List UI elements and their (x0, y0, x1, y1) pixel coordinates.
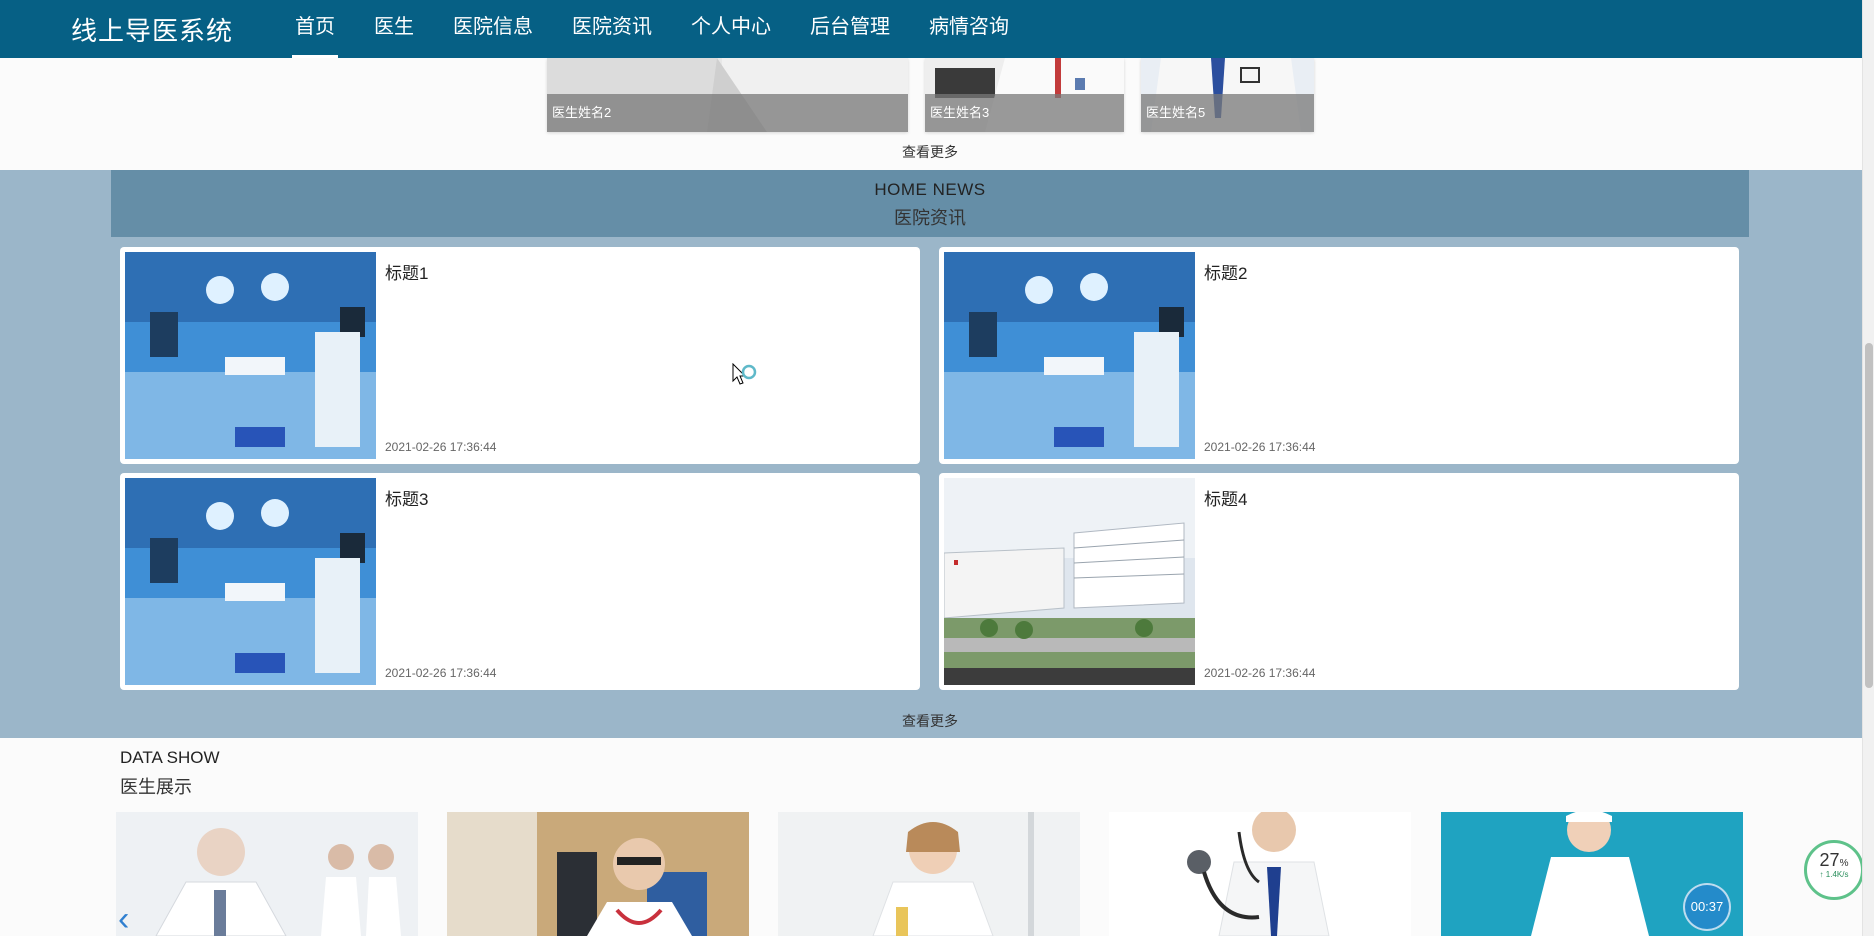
nav-item-doctors[interactable]: 医生 (374, 0, 414, 58)
doctor-photo (778, 812, 1080, 936)
operating-room-image (944, 252, 1195, 459)
scrollbar-thumb[interactable] (1865, 343, 1873, 688)
doctors-more-link[interactable]: 查看更多 (870, 142, 990, 162)
doctor-name: 医生姓名2 (547, 94, 908, 132)
doctor-card[interactable]: 医生姓名3 (925, 58, 1124, 132)
hospital-building-image (944, 478, 1195, 685)
news-card[interactable]: 标题4 2021-02-26 17:36:44 (939, 473, 1739, 690)
doctor-photo (116, 812, 418, 936)
speed-percent-unit: % (1839, 858, 1849, 869)
news-thumbnail[interactable] (125, 252, 376, 459)
doctor-photo (447, 812, 749, 936)
speed-rate: ↑ 1.4K/s (1819, 870, 1849, 879)
doctor-show-card[interactable] (116, 812, 418, 936)
busy-cursor-icon (732, 363, 757, 385)
main-nav: 首页 医生 医院信息 医院资讯 个人中心 后台管理 病情咨询 (292, 0, 1048, 58)
news-date: 2021-02-26 17:36:44 (1204, 440, 1316, 454)
top-navbar: 线上导医系统 首页 医生 医院信息 医院资讯 个人中心 后台管理 病情咨询 (0, 0, 1862, 58)
doctor-show-card[interactable] (778, 812, 1080, 936)
doctor-photo (1109, 812, 1411, 936)
speed-percent: 27% (1807, 850, 1861, 871)
video-timer-badge[interactable]: 00:37 (1683, 883, 1731, 931)
doctor-show-card[interactable] (1109, 812, 1411, 936)
speed-percent-value: 27 (1819, 850, 1840, 870)
news-section: HOME NEWS 医院资讯 标题1 2021-02-26 17:36:44 标… (0, 170, 1862, 738)
data-show-heading-cn: 医生展示 (120, 777, 192, 797)
operating-room-image (125, 252, 376, 459)
news-card[interactable]: 标题3 2021-02-26 17:36:44 (120, 473, 920, 690)
nav-item-hospital-news[interactable]: 医院资讯 (572, 0, 652, 58)
nav-item-admin[interactable]: 后台管理 (810, 0, 890, 58)
data-show-heading-en: DATA SHOW (120, 748, 220, 767)
nav-item-consultation[interactable]: 病情咨询 (929, 0, 1009, 58)
news-card[interactable]: 标题2 2021-02-26 17:36:44 (939, 247, 1739, 464)
page: 医生姓名2 医生姓名3 医生姓名5 查看更多 HOME NEWS 医院资讯 标题… (0, 0, 1874, 936)
doctor-card[interactable]: 医生姓名5 (1141, 58, 1314, 132)
site-brand[interactable]: 线上导医系统 (71, 11, 233, 48)
nav-item-home[interactable]: 首页 (292, 0, 338, 58)
news-date: 2021-02-26 17:36:44 (385, 666, 497, 680)
news-card[interactable]: 标题1 2021-02-26 17:36:44 (120, 247, 920, 464)
news-heading-cn: 医院资讯 (894, 208, 966, 228)
operating-room-image (125, 478, 376, 685)
doctor-name: 医生姓名3 (925, 94, 1124, 132)
news-heading-en: HOME NEWS (874, 180, 986, 199)
news-title[interactable]: 标题3 (385, 485, 428, 510)
carousel-prev-icon[interactable]: ‹ (118, 902, 129, 936)
news-date: 2021-02-26 17:36:44 (1204, 666, 1316, 680)
doctor-card[interactable]: 医生姓名2 (547, 58, 908, 132)
news-heading: HOME NEWS 医院资讯 (111, 170, 1749, 237)
news-thumbnail[interactable] (944, 478, 1195, 685)
doctor-strip: 医生姓名2 医生姓名3 医生姓名5 查看更多 (0, 58, 1862, 170)
news-thumbnail[interactable] (944, 252, 1195, 459)
page-scrollbar[interactable] (1862, 0, 1874, 936)
nav-item-personal-center[interactable]: 个人中心 (691, 0, 771, 58)
news-title[interactable]: 标题4 (1204, 485, 1247, 510)
news-more-link[interactable]: 查看更多 (870, 711, 990, 731)
news-date: 2021-02-26 17:36:44 (385, 440, 497, 454)
network-speed-widget[interactable]: 27% ↑ 1.4K/s (1804, 840, 1864, 900)
news-title[interactable]: 标题2 (1204, 259, 1247, 284)
nav-item-hospital-info[interactable]: 医院信息 (453, 0, 533, 58)
doctor-show-card[interactable] (447, 812, 749, 936)
news-thumbnail[interactable] (125, 478, 376, 685)
doctor-name: 医生姓名5 (1141, 94, 1314, 132)
news-title[interactable]: 标题1 (385, 259, 428, 284)
